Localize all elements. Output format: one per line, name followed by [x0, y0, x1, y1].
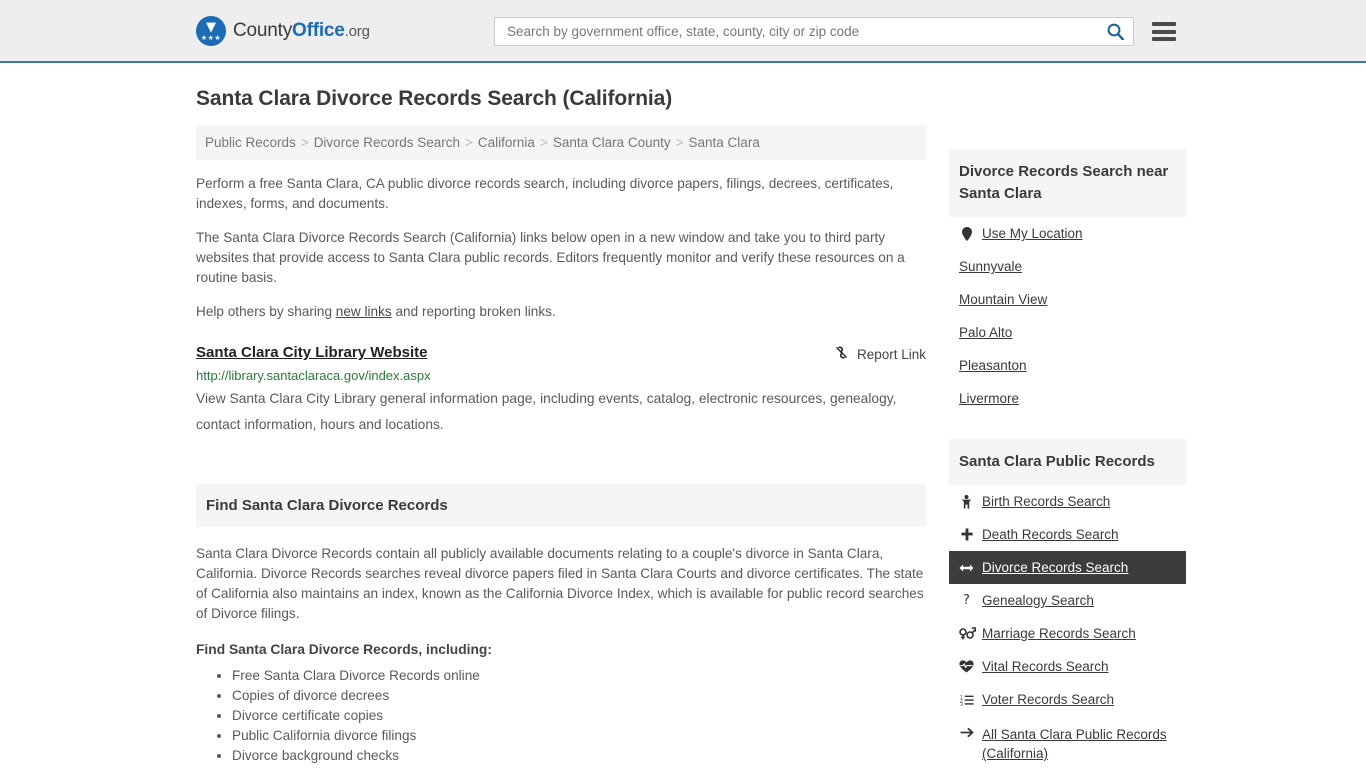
arrow-right-icon — [959, 727, 974, 738]
sidebar-item-livermore[interactable]: Livermore — [949, 382, 1186, 415]
breadcrumb-item-4[interactable]: Santa Clara — [689, 135, 760, 150]
breadcrumb-separator: > — [465, 135, 473, 150]
sidebar-link-label[interactable]: Palo Alto — [959, 325, 1012, 340]
breadcrumb-item-2[interactable]: California — [478, 135, 535, 150]
intro-paragraph-2: The Santa Clara Divorce Records Search (… — [196, 230, 905, 285]
breadcrumb-separator: > — [300, 135, 309, 150]
intro-paragraph-1: Perform a free Santa Clara, CA public di… — [196, 176, 894, 211]
sidebar-item-sunnyvale[interactable]: Sunnyvale — [949, 250, 1186, 283]
search-box[interactable] — [494, 17, 1134, 46]
breadcrumb-separator: > — [675, 135, 684, 150]
sidebar-link-label[interactable]: Divorce Records Search — [982, 560, 1128, 575]
eagle-shield-logo-icon: ▼ ★★★ — [196, 15, 226, 46]
find-section-subheading: Find Santa Clara Divorce Records, includ… — [196, 642, 492, 657]
breadcrumb-item-3[interactable]: Santa Clara County — [553, 135, 671, 150]
breadcrumb: Public Records > Divorce Records Search > Ca… — [196, 125, 926, 160]
list-item: Copies of divorce decrees — [232, 686, 926, 706]
report-link-button[interactable]: Report Link — [834, 345, 926, 363]
share-text-after: and reporting broken links. — [391, 304, 556, 319]
main-column: Public Records > Divorce Records Search > Ca… — [196, 125, 926, 766]
sidebar-item-pleasanton[interactable]: Pleasanton — [949, 349, 1186, 382]
search-area — [494, 17, 1176, 46]
find-section-bullet-list: Free Santa Clara Divorce Records online … — [196, 666, 926, 766]
public-records-panel: Santa Clara Public Records Birth Records… — [949, 439, 1186, 768]
page-container: Santa Clara Divorce Records Search (Cali… — [0, 87, 1366, 768]
map-pin-icon — [959, 226, 974, 241]
list-item: Free Santa Clara Divorce Records online — [232, 666, 926, 686]
result-url[interactable]: http://library.santaclaraca.gov/index.as… — [196, 368, 926, 383]
arrows-left-right-icon — [959, 563, 974, 573]
question-mark-icon: ? — [963, 592, 970, 608]
sidebar-link-label[interactable]: Marriage Records Search — [982, 626, 1136, 641]
baby-icon — [959, 494, 974, 509]
nearby-panel-heading: Divorce Records Search near Santa Clara — [949, 149, 1186, 217]
sidebar-link-label[interactable]: Birth Records Search — [982, 494, 1110, 509]
breadcrumb-item-0[interactable]: Public Records — [205, 135, 296, 150]
sidebar-item-all-public-records[interactable]: All Santa Clara Public Records (Californ… — [949, 716, 1186, 768]
sidebar-item-divorce-records-search[interactable]: Divorce Records Search — [949, 551, 1186, 584]
report-link-label: Report Link — [856, 346, 926, 362]
sidebar-item-marriage-records-search[interactable]: Marriage Records Search — [949, 617, 1186, 650]
sidebar: Divorce Records Search near Santa Clara … — [949, 125, 1186, 768]
hamburger-menu-icon[interactable] — [1152, 22, 1176, 41]
link-result: Santa Clara City Library Website Report … — [196, 344, 926, 438]
find-section-heading: Find Santa Clara Divorce Records — [196, 484, 926, 527]
sidebar-link-label[interactable]: Death Records Search — [982, 527, 1119, 542]
nearby-list: Use My Location Sunnyvale Mountain View … — [949, 217, 1186, 415]
new-links-link[interactable]: new links — [336, 304, 392, 319]
sidebar-item-use-my-location[interactable]: Use My Location — [949, 217, 1186, 250]
sidebar-item-vital-records-search[interactable]: Vital Records Search — [949, 650, 1186, 683]
logo-text-office: Office — [292, 19, 345, 41]
sidebar-link-label[interactable]: Genealogy Search — [982, 593, 1094, 608]
sidebar-item-mountain-view[interactable]: Mountain View — [949, 283, 1186, 316]
search-input[interactable] — [505, 23, 1105, 40]
content-row: Public Records > Divorce Records Search > Ca… — [196, 125, 1186, 768]
cross-icon — [959, 528, 974, 541]
sidebar-item-death-records-search[interactable]: Death Records Search — [949, 518, 1186, 551]
sidebar-item-genealogy-search[interactable]: ? Genealogy Search — [949, 584, 1186, 617]
result-title-link[interactable]: Santa Clara City Library Website — [196, 344, 427, 361]
public-records-panel-heading: Santa Clara Public Records — [949, 439, 1186, 485]
sidebar-item-voter-records-search[interactable]: 1 2 3 Voter Records Search — [949, 683, 1186, 716]
breadcrumb-separator: > — [539, 135, 548, 150]
sidebar-item-palo-alto[interactable]: Palo Alto — [949, 316, 1186, 349]
share-text-before: Help others by sharing — [196, 304, 336, 319]
sidebar-link-label[interactable]: Sunnyvale — [959, 259, 1022, 274]
list-item: Public California divorce filings — [232, 726, 926, 746]
page-title: Santa Clara Divorce Records Search (Cali… — [196, 87, 673, 110]
sidebar-link-label[interactable]: Mountain View — [959, 292, 1047, 307]
sidebar-link-label[interactable]: Voter Records Search — [982, 692, 1114, 707]
sidebar-link-label[interactable]: Vital Records Search — [982, 659, 1109, 674]
sidebar-link-label[interactable]: Pleasanton — [959, 358, 1027, 373]
list-item: Divorce background checks — [232, 746, 926, 766]
list-item: Divorce certificate copies — [232, 706, 926, 726]
breadcrumb-item-1[interactable]: Divorce Records Search — [314, 135, 460, 150]
result-description: View Santa Clara City Library general in… — [196, 391, 897, 432]
intro-paragraph-3: Help others by sharing new links and rep… — [196, 302, 926, 322]
logo-text-county: County — [233, 19, 293, 41]
heartbeat-icon — [959, 660, 974, 673]
logo-text: CountyOffice.org — [233, 20, 370, 42]
logo-text-org: .org — [344, 22, 370, 40]
site-logo[interactable]: ▼ ★★★ CountyOffice.org — [196, 15, 370, 46]
nearby-panel: Divorce Records Search near Santa Clara … — [949, 149, 1186, 415]
broken-link-icon — [834, 345, 849, 363]
sidebar-link-label[interactable]: Use My Location — [982, 226, 1083, 241]
svg-text:3: 3 — [960, 702, 963, 706]
find-section-body: Santa Clara Divorce Records contain all … — [196, 546, 924, 621]
sidebar-link-label[interactable]: Livermore — [959, 391, 1019, 406]
site-header: ▼ ★★★ CountyOffice.org — [0, 0, 1366, 63]
ordered-list-icon: 1 2 3 — [959, 694, 974, 706]
sidebar-link-label[interactable]: All Santa Clara Public Records (Californ… — [982, 725, 1176, 763]
sidebar-item-birth-records-search[interactable]: Birth Records Search — [949, 485, 1186, 518]
venus-mars-icon — [959, 627, 976, 640]
link-result-header: Santa Clara City Library Website Report … — [196, 344, 926, 363]
public-records-list: Birth Records Search Death Records Searc… — [949, 485, 1186, 768]
search-icon[interactable] — [1105, 22, 1125, 42]
